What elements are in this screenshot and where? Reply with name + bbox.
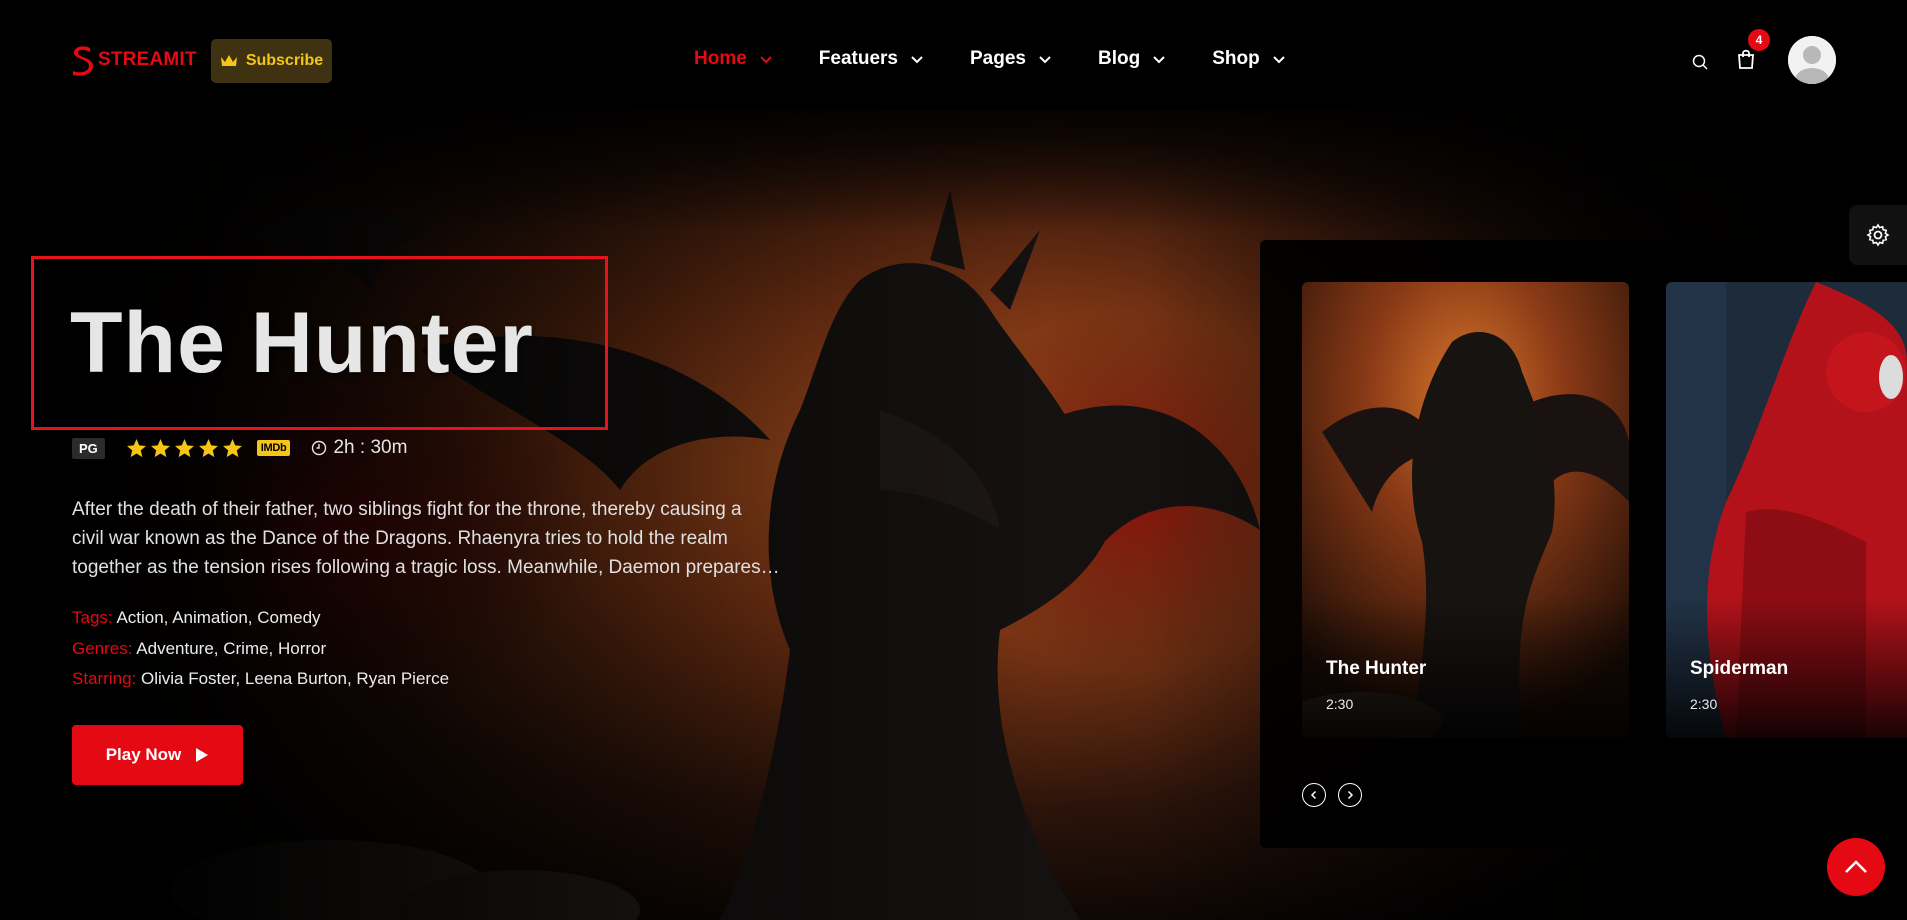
slider-next-button[interactable] bbox=[1338, 783, 1362, 807]
card-title: The Hunter bbox=[1326, 658, 1427, 679]
nav-item-featuers[interactable]: Featuers bbox=[819, 48, 924, 70]
movie-card[interactable]: The Hunter 2:30 bbox=[1302, 282, 1629, 738]
user-avatar[interactable] bbox=[1788, 36, 1836, 84]
nav-item-label: Home bbox=[694, 48, 747, 69]
description-line: After the death of their father, two sib… bbox=[72, 499, 742, 520]
imdb-badge: IMDb bbox=[256, 440, 291, 456]
crown-icon bbox=[220, 55, 237, 66]
description-line: together as the tension rises following … bbox=[72, 557, 784, 578]
main-nav: Home Featuers Pages Blog Shop bbox=[694, 48, 1332, 70]
back-to-top-button[interactable] bbox=[1827, 838, 1885, 896]
subscribe-button[interactable]: Subscribe bbox=[211, 39, 332, 83]
slider-prev-button[interactable] bbox=[1302, 783, 1326, 807]
description-line: civil war known as the Dance of the Drag… bbox=[72, 528, 728, 549]
hero-info: Tags: Action, Animation, Comedy Genres: … bbox=[72, 603, 449, 695]
starring-value[interactable]: Olivia Foster, Leena Burton, Ryan Pierce bbox=[141, 669, 449, 688]
card-title: Spiderman bbox=[1690, 658, 1789, 679]
settings-button[interactable] bbox=[1849, 205, 1907, 265]
chevron-down-icon bbox=[760, 56, 772, 64]
star-icon bbox=[198, 438, 218, 457]
genres-row: Genres: Adventure, Crime, Horror bbox=[72, 634, 449, 665]
genres-value[interactable]: Adventure, Crime, Horror bbox=[136, 639, 326, 658]
play-now-button[interactable]: Play Now bbox=[72, 725, 243, 785]
search-icon[interactable] bbox=[1691, 53, 1709, 71]
nav-item-blog[interactable]: Blog bbox=[1098, 48, 1166, 70]
tags-label: Tags: bbox=[72, 608, 113, 627]
movie-card[interactable]: Spiderman 2:30 bbox=[1666, 282, 1907, 738]
chevron-down-icon bbox=[1039, 56, 1051, 64]
chevron-left-icon bbox=[1310, 790, 1317, 800]
streamit-logo-icon bbox=[73, 46, 93, 76]
starring-label: Starring: bbox=[72, 669, 137, 688]
clock-icon bbox=[312, 440, 327, 456]
genres-label: Genres: bbox=[72, 638, 133, 658]
play-now-label: Play Now bbox=[105, 745, 182, 764]
star-icon bbox=[126, 438, 146, 457]
chevron-right-icon bbox=[1347, 790, 1354, 800]
chevron-down-icon bbox=[1272, 56, 1285, 64]
hero-description: After the death of their father, two sib… bbox=[72, 495, 784, 582]
nav-item-label: Shop bbox=[1212, 48, 1260, 69]
tags-value[interactable]: Action, Animation, Comedy bbox=[116, 608, 320, 627]
chevron-up-icon bbox=[1845, 860, 1867, 873]
rating-badge: PG bbox=[72, 437, 105, 459]
play-icon bbox=[196, 748, 209, 762]
nav-item-pages[interactable]: Pages bbox=[970, 48, 1052, 70]
user-icon bbox=[1788, 36, 1836, 84]
star-icon bbox=[174, 438, 194, 457]
star-rating bbox=[126, 438, 243, 459]
hero-title: The Hunter bbox=[70, 295, 534, 391]
cart-count-badge: 4 bbox=[1748, 29, 1770, 51]
nav-item-shop[interactable]: Shop bbox=[1212, 48, 1286, 70]
nav-item-home[interactable]: Home bbox=[694, 48, 773, 70]
star-icon bbox=[222, 438, 242, 457]
logo-text: STREAMIT bbox=[98, 49, 197, 70]
chevron-down-icon bbox=[911, 56, 923, 64]
nav-item-label: Featuers bbox=[818, 48, 898, 69]
starring-row: Starring: Olivia Foster, Leena Burton, R… bbox=[72, 664, 449, 695]
tags-row: Tags: Action, Animation, Comedy bbox=[72, 603, 449, 634]
hero-meta: PG IMDb 2h : 30m bbox=[72, 437, 407, 459]
star-icon bbox=[150, 438, 170, 457]
chevron-down-icon bbox=[1153, 56, 1165, 64]
duration-text: 2h : 30m bbox=[333, 437, 408, 458]
site-header: STREAMIT Subscribe Home Featuers Pages B… bbox=[0, 0, 1907, 110]
nav-item-label: Blog bbox=[1097, 48, 1141, 69]
streamit-logo[interactable]: STREAMIT bbox=[70, 44, 197, 76]
duration: 2h : 30m bbox=[311, 437, 407, 459]
shopping-bag-icon[interactable] bbox=[1735, 48, 1757, 70]
subscribe-label: Subscribe bbox=[245, 52, 324, 69]
card-time: 2:30 bbox=[1690, 696, 1718, 712]
nav-item-label: Pages bbox=[970, 48, 1026, 69]
gear-icon bbox=[1866, 223, 1890, 247]
card-time: 2:30 bbox=[1326, 696, 1354, 712]
